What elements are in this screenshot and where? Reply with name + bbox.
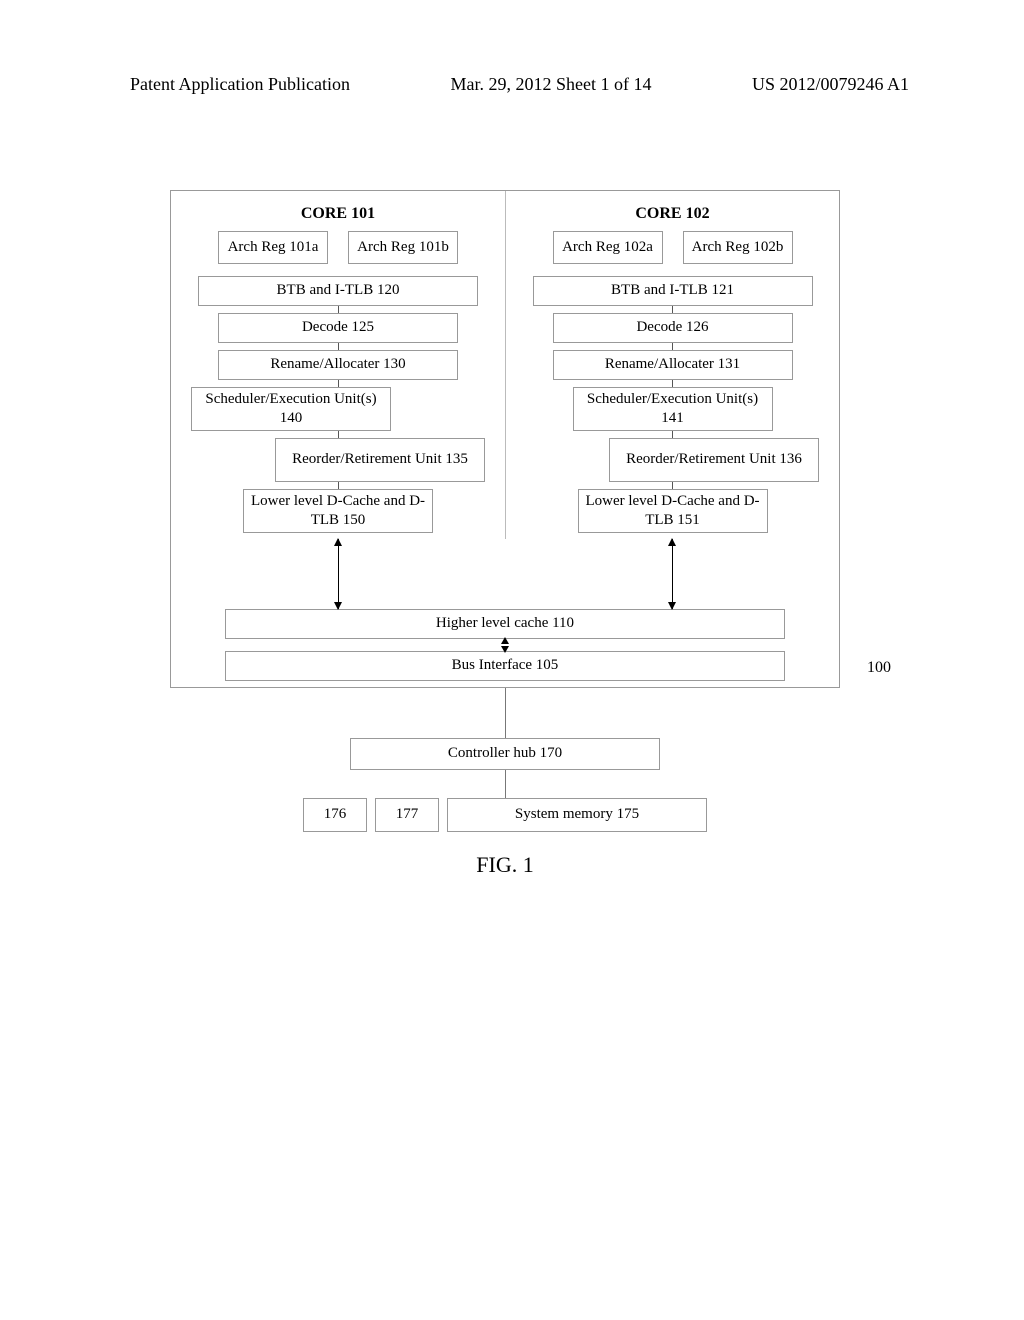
header-right: US 2012/0079246 A1 — [752, 74, 909, 95]
core-102: CORE 102 Arch Reg 102a Arch Reg 102b BTB… — [505, 191, 839, 539]
core-101: CORE 101 Arch Reg 101a Arch Reg 101b BTB… — [171, 191, 505, 539]
arch-reg-102a: Arch Reg 102a — [553, 231, 663, 264]
decode-125: Decode 125 — [218, 313, 458, 343]
btb-itlb-121: BTB and I-TLB 121 — [533, 276, 813, 306]
dcache-150: Lower level D-Cache and D-TLB 150 — [243, 489, 433, 533]
connector — [338, 482, 339, 489]
connector — [672, 482, 673, 489]
connector — [338, 431, 339, 438]
connector — [338, 380, 339, 387]
connector — [672, 306, 673, 313]
arch-reg-101b: Arch Reg 101b — [348, 231, 458, 264]
connector — [338, 306, 339, 313]
figure-1: CORE 101 Arch Reg 101a Arch Reg 101b BTB… — [170, 190, 840, 878]
sched-exec-141: Scheduler/Execution Unit(s) 141 — [573, 387, 773, 431]
reorder-136: Reorder/Retirement Unit 136 — [609, 438, 819, 482]
core-101-title: CORE 101 — [177, 205, 499, 223]
decode-126: Decode 126 — [553, 313, 793, 343]
connector — [672, 380, 673, 387]
figure-caption: FIG. 1 — [476, 852, 533, 878]
connector — [338, 343, 339, 350]
chip-100: CORE 101 Arch Reg 101a Arch Reg 101b BTB… — [170, 190, 840, 688]
btb-itlb-120: BTB and I-TLB 120 — [198, 276, 478, 306]
mem-block-177: 177 — [375, 798, 439, 832]
higher-cache-110: Higher level cache 110 — [225, 609, 785, 639]
controller-hub-170: Controller hub 170 — [350, 738, 660, 770]
header-left: Patent Application Publication — [130, 74, 350, 95]
arrow-bidirectional-icon — [500, 639, 510, 651]
system-memory-175: System memory 175 — [447, 798, 707, 832]
arch-reg-102b: Arch Reg 102b — [683, 231, 793, 264]
dcache-151: Lower level D-Cache and D-TLB 151 — [578, 489, 768, 533]
connector — [672, 343, 673, 350]
bus-interface-105: Bus Interface 105 — [225, 651, 785, 681]
chip-label-100: 100 — [867, 659, 891, 677]
connector — [505, 770, 506, 798]
reorder-135: Reorder/Retirement Unit 135 — [275, 438, 485, 482]
rename-131: Rename/Allocater 131 — [553, 350, 793, 380]
arrow-bidirectional-icon — [338, 539, 339, 609]
mem-block-176: 176 — [303, 798, 367, 832]
arch-reg-101a: Arch Reg 101a — [218, 231, 328, 264]
arrow-bidirectional-icon — [672, 539, 673, 609]
rename-130: Rename/Allocater 130 — [218, 350, 458, 380]
connector — [505, 688, 506, 738]
connector — [672, 431, 673, 438]
core-102-title: CORE 102 — [512, 205, 833, 223]
header-center: Mar. 29, 2012 Sheet 1 of 14 — [450, 74, 651, 95]
page-header: Patent Application Publication Mar. 29, … — [0, 74, 1024, 95]
sched-exec-140: Scheduler/Execution Unit(s) 140 — [191, 387, 391, 431]
